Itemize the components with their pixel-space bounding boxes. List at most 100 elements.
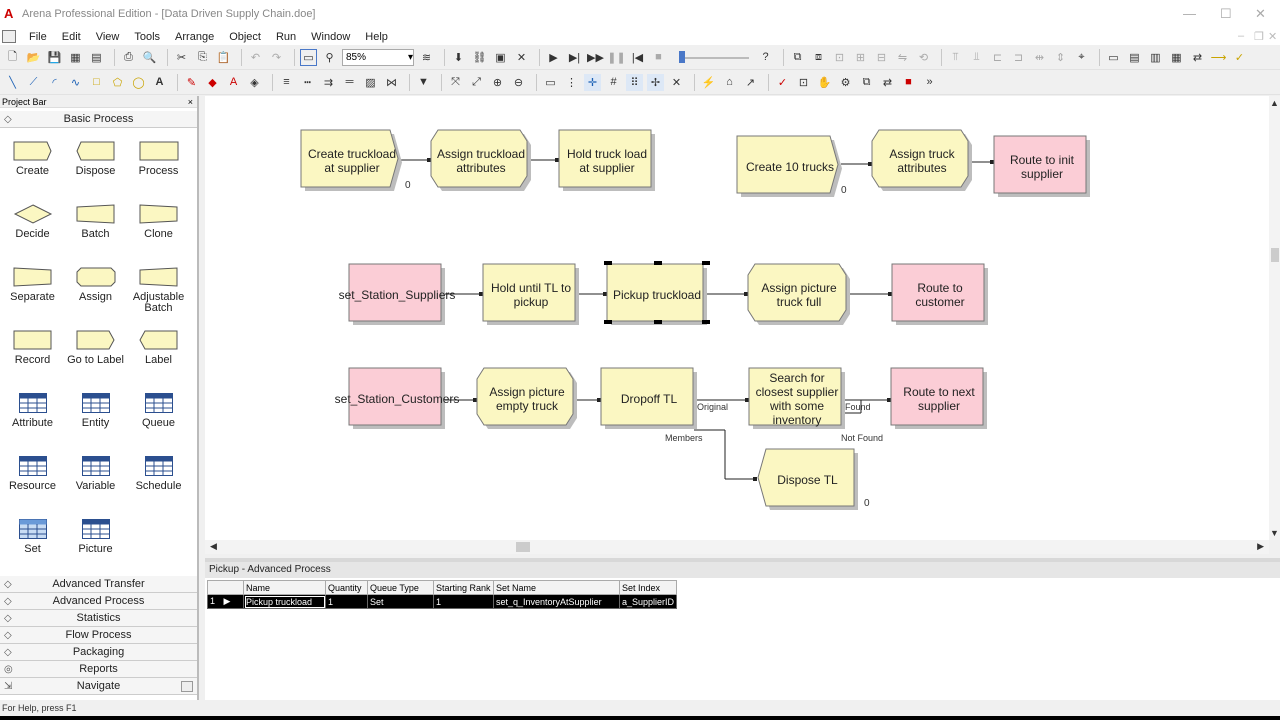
new-icon[interactable]: 🗋	[4, 49, 21, 66]
align-bottom-icon[interactable]: ⫫	[968, 49, 985, 66]
panel-advanced-process[interactable]: ◇ Advanced Process	[0, 593, 197, 610]
panel-basic-process[interactable]: ◇ Basic Process	[0, 111, 197, 128]
palette-variable[interactable]: Variable	[64, 447, 127, 510]
module-dispose-tl[interactable]: Dispose TL	[756, 448, 859, 511]
column-header-set-name[interactable]: Set Name	[493, 580, 620, 595]
parking-icon[interactable]: ▦	[1168, 49, 1185, 66]
menu-run[interactable]: Run	[269, 31, 304, 43]
animate-icon[interactable]: ✕	[513, 49, 530, 66]
pause-icon[interactable]: ❚❚	[607, 49, 625, 66]
zoom-icon[interactable]: ⚲	[321, 49, 338, 66]
module-route-to-init-supplier[interactable]: Route to init supplier	[993, 135, 1091, 198]
start-over-icon[interactable]: |◀	[629, 49, 646, 66]
group-icon[interactable]: ⧈	[810, 49, 827, 66]
undo-icon[interactable]: ↶	[247, 49, 264, 66]
scroll-down-icon[interactable]: ▼	[1270, 528, 1279, 538]
stop-icon[interactable]: ■	[900, 74, 917, 91]
paste-icon[interactable]: 📋	[215, 49, 232, 66]
scroll-up-icon[interactable]: ▲	[1270, 98, 1279, 108]
hand-icon[interactable]: ✋	[816, 74, 833, 91]
watch-icon[interactable]: ⧉	[858, 74, 875, 91]
palette-adjustable-batch[interactable]: Adjustable Batch	[127, 258, 190, 321]
storage-icon[interactable]: ▤	[1126, 49, 1143, 66]
copy-icon[interactable]: ⎘	[194, 49, 211, 66]
module-dropoff-tl[interactable]: Dropoff TL	[600, 367, 698, 430]
cell-name[interactable]: Pickup truckload	[243, 594, 326, 609]
fill-pattern-icon[interactable]: ▨	[362, 74, 379, 91]
module-route-to-next-supplier[interactable]: Route to next supplier	[890, 367, 988, 430]
submodel-icon[interactable]: ⬇	[450, 49, 467, 66]
go-icon[interactable]: ▶	[545, 49, 562, 66]
polygon-icon[interactable]: ⬠	[109, 74, 126, 91]
end-icon[interactable]: ■	[650, 49, 667, 66]
menu-edit[interactable]: Edit	[55, 31, 89, 43]
line-width-icon[interactable]: ≡	[278, 74, 295, 91]
break-icon[interactable]: ⊡	[795, 74, 812, 91]
arc-icon[interactable]: ◜	[46, 74, 63, 91]
module-pickup-truckload[interactable]: Pickup truckload	[604, 261, 710, 326]
column-header-starting-rank[interactable]: Starting Rank	[433, 580, 494, 595]
vscroll-thumb[interactable]	[1271, 248, 1279, 262]
module-hold-truck-load-at-supplier[interactable]: Hold truck load at supplier	[558, 129, 656, 192]
panel-reports[interactable]: ◎ Reports	[0, 661, 197, 678]
column-header-quantity[interactable]: Quantity	[325, 580, 368, 595]
doc-restore-icon[interactable]: ❐	[1254, 30, 1264, 43]
module-create-10-trucks[interactable]: Create 10 trucks	[736, 135, 844, 198]
view-all-icon[interactable]: ⤢	[468, 74, 485, 91]
station-icon[interactable]: ⟶	[1210, 49, 1227, 66]
cut-icon[interactable]: ✂	[173, 49, 190, 66]
panel-packaging[interactable]: ◇ Packaging	[0, 644, 197, 661]
queue-anim-icon[interactable]: ▭	[1105, 49, 1122, 66]
selection-handle[interactable]	[702, 261, 710, 265]
menu-help[interactable]: Help	[358, 31, 396, 43]
menu-tools[interactable]: Tools	[127, 31, 168, 43]
debug-icon[interactable]: ⚙	[837, 74, 854, 91]
intersection-icon[interactable]: ✓	[1231, 49, 1248, 66]
seize-icon[interactable]: ▥	[1147, 49, 1164, 66]
ungroup-icon[interactable]: ⊡	[831, 49, 848, 66]
palette-record[interactable]: Record	[1, 321, 64, 384]
text-icon[interactable]: A	[151, 74, 168, 91]
palette-decide[interactable]: Decide	[1, 195, 64, 258]
palette-clone[interactable]: Clone	[127, 195, 190, 258]
module-search-for-closest-supplier-with-some-inventory[interactable]: Search for closest supplier with some in…	[748, 367, 846, 430]
palette-create[interactable]: Create	[1, 132, 64, 195]
print-icon[interactable]: ⎙	[120, 49, 137, 66]
doc-minimize-icon[interactable]: –	[1238, 30, 1244, 42]
table-row[interactable]: 1 ▶ Pickup truckload 1 Set 1 set_q_Inven…	[207, 594, 678, 609]
help-pointer-icon[interactable]: ?	[757, 49, 774, 66]
layers-icon[interactable]: ≋	[418, 49, 435, 66]
arrow-style-icon[interactable]: ⇉	[320, 74, 337, 91]
snap-guides-icon[interactable]: ✢	[647, 73, 664, 91]
line-pattern-icon[interactable]: ═	[341, 74, 358, 91]
space-across-icon[interactable]: ⇹	[1031, 49, 1048, 66]
module-hold-until-tl-to-pickup[interactable]: Hold until TL to pickup	[482, 263, 580, 326]
cell-starting-rank[interactable]: 1	[433, 594, 494, 609]
show-dimensions-icon[interactable]: ⋈	[383, 74, 400, 91]
line-icon[interactable]: ╲	[4, 74, 21, 91]
navigate-thumbnail-icon[interactable]	[181, 681, 193, 692]
line-style-icon[interactable]: ┅	[299, 74, 316, 91]
maximize-icon[interactable]: ☐	[1220, 6, 1232, 22]
print-preview-icon[interactable]: 🔍	[141, 49, 158, 66]
zoom-in-icon[interactable]: ⊕	[489, 74, 506, 91]
module-route-to-customer[interactable]: Route to customer	[891, 263, 989, 326]
panel-advanced-transfer[interactable]: ◇ Advanced Transfer	[0, 576, 197, 593]
display-icon[interactable]: ▣	[492, 49, 509, 66]
zoom-select[interactable]: 85% ▾	[342, 48, 414, 66]
save-icon[interactable]: 💾	[46, 49, 63, 66]
run-setup-icon[interactable]: ⌂	[721, 74, 738, 91]
zoom-out-icon[interactable]: ⊖	[510, 74, 527, 91]
menu-window[interactable]: Window	[304, 31, 358, 43]
module-set-station-suppliers[interactable]: set_Station_Suppliers	[339, 263, 455, 326]
cell-queue-type[interactable]: Set	[367, 594, 434, 609]
grid-icon[interactable]: ⋮	[563, 74, 580, 91]
run-check-icon[interactable]: ⚡	[700, 74, 717, 91]
column-header-name[interactable]: Name	[243, 580, 326, 595]
bezier-icon[interactable]: ∿	[67, 74, 84, 91]
clear-icon[interactable]: ✕	[668, 74, 685, 91]
guides-icon[interactable]: ✛	[584, 73, 601, 91]
palette-go-to-label[interactable]: Go to Label	[64, 321, 127, 384]
palette-batch[interactable]: Batch	[64, 195, 127, 258]
panel-flow-process[interactable]: ◇ Flow Process	[0, 627, 197, 644]
